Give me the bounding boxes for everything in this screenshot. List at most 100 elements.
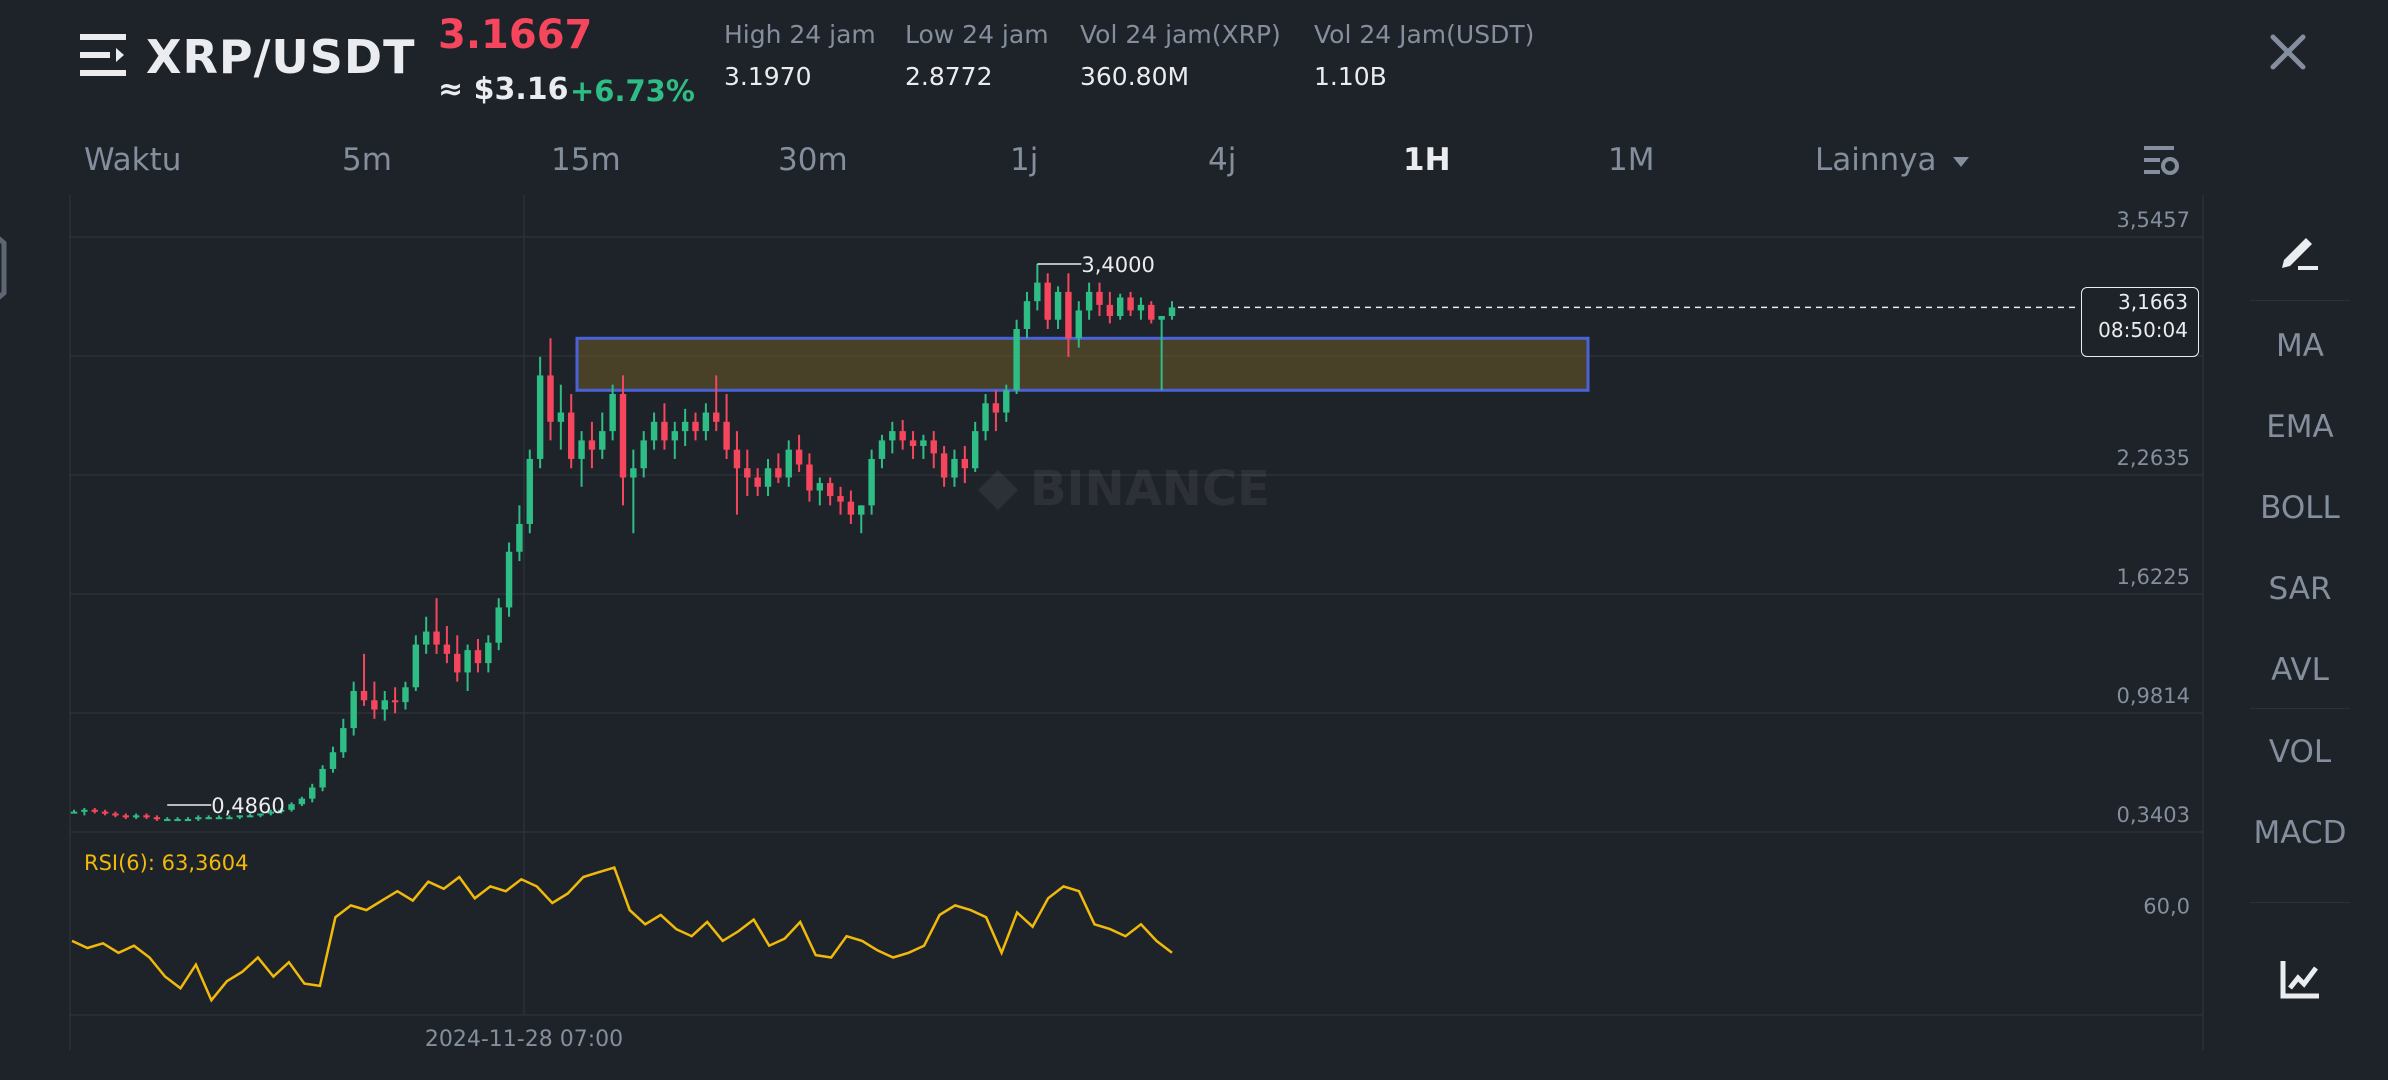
candle-body (940, 453, 948, 478)
support-zone (575, 336, 1590, 392)
candle-body (775, 468, 782, 478)
candle-body (495, 607, 502, 643)
candle-body (713, 412, 720, 422)
indicator-ma[interactable]: MA (2250, 328, 2350, 364)
tab-1h[interactable]: 1H (1403, 142, 1451, 178)
binance-watermark: BINANCE (978, 461, 1270, 517)
sidebar-divider (2250, 902, 2350, 903)
candle-countdown: 08:50:04 (2098, 318, 2188, 342)
y-tick-label: 1,6225 (2117, 565, 2190, 589)
trading-pair-title[interactable]: XRP/USDT (146, 30, 415, 84)
approx-usd-price: ≈ $3.16 (438, 72, 569, 107)
candle-body (122, 815, 130, 818)
menu-icon[interactable] (80, 34, 126, 76)
last-price: 3.1667 (438, 12, 593, 58)
candle-body (1065, 291, 1072, 339)
price-change-percent: +6.73% (570, 74, 695, 108)
candle-body (184, 819, 192, 822)
tab-30m[interactable]: 30m (778, 142, 848, 178)
caret-down-icon (1953, 156, 1970, 167)
candle-body (1116, 297, 1124, 317)
candle-body (132, 815, 140, 818)
candle-body (412, 644, 420, 688)
tab-more[interactable]: Lainnya (1815, 142, 1970, 178)
candle-body (681, 421, 689, 432)
y-tick-label: 3,5457 (2117, 208, 2190, 232)
candle-body (816, 483, 824, 491)
tab-more-label: Lainnya (1815, 142, 1937, 178)
candle-body (1085, 291, 1093, 311)
chart-type-icon[interactable] (2280, 958, 2322, 1000)
indicator-vol[interactable]: VOL (2250, 734, 2350, 770)
candle-body (661, 421, 668, 441)
candle-body (454, 653, 461, 673)
candle-body (951, 458, 958, 478)
candle-body (195, 817, 202, 820)
candle-body (889, 431, 896, 441)
stat-low-value: 2.8772 (905, 62, 993, 91)
tab-1j[interactable]: 1j (1010, 142, 1038, 178)
stat-high-label: High 24 jam (724, 20, 876, 49)
current-price-tag: 3,1663 08:50:04 (2081, 287, 2199, 357)
candle-body (1158, 316, 1165, 320)
candle-body (858, 505, 865, 515)
close-icon[interactable] (2268, 32, 2308, 72)
candle-body (443, 644, 451, 654)
candle-body (164, 819, 171, 822)
candle-body (557, 412, 565, 422)
candle-body (1054, 291, 1062, 320)
candle-body (350, 690, 357, 729)
tab-time[interactable]: Waktu (84, 142, 181, 178)
candle-body (1044, 282, 1051, 320)
candle-body (837, 496, 844, 502)
candle-body (619, 393, 627, 478)
candle-body (516, 523, 523, 552)
sidebar-divider (2250, 708, 2350, 709)
draw-pencil-icon[interactable] (2278, 228, 2322, 272)
candle-body (1127, 297, 1134, 311)
indicator-boll[interactable]: BOLL (2250, 490, 2350, 526)
candle-body (1003, 390, 1010, 413)
rsi-line (71, 865, 1173, 1003)
tab-15m[interactable]: 15m (551, 142, 621, 178)
y-tick-label: 0,3403 (2117, 803, 2190, 827)
candle-body (878, 440, 886, 459)
x-tick-label: 2024-11-28 07:00 (425, 1027, 623, 1052)
rsi-panel: RSI(6): 63,3604 60,0 (71, 851, 2190, 1003)
tab-1m[interactable]: 1M (1608, 142, 1654, 178)
candle-body (733, 449, 741, 469)
candle-body (1075, 310, 1082, 339)
current-price-label: 3,1663 (2118, 290, 2188, 314)
stat-high-value: 3.1970 (724, 62, 812, 91)
stat-vol-xrp-value: 360.80M (1080, 62, 1190, 91)
candle-body (1096, 291, 1103, 305)
candle-body (650, 421, 658, 441)
high-marker-label: 3,4000 (1081, 253, 1154, 277)
candle-body (474, 650, 482, 664)
candle-body (381, 700, 388, 710)
indicator-avl[interactable]: AVL (2250, 652, 2350, 688)
candle-body (464, 650, 471, 673)
candle-body (961, 458, 969, 469)
indicator-macd[interactable]: MACD (2250, 815, 2350, 851)
candle-body (1023, 301, 1031, 330)
candle-body (309, 787, 316, 799)
watermark-text: BINANCE (1030, 461, 1270, 517)
candle-body (505, 551, 513, 608)
candle-body (795, 449, 803, 465)
tab-5m[interactable]: 5m (342, 142, 392, 178)
candle-body (930, 440, 937, 454)
candle-body (70, 811, 78, 814)
price-chart[interactable]: 3,5457 2,2635 1,6225 0,9814 0,3403 2024-11-28… (0, 190, 2230, 1060)
candle-body (433, 631, 440, 645)
candle-body (1148, 304, 1155, 320)
candle-body (329, 752, 337, 769)
indicator-ema[interactable]: EMA (2250, 409, 2350, 445)
tab-4j[interactable]: 4j (1208, 142, 1236, 178)
candle-body (422, 631, 430, 645)
candle-body (868, 458, 875, 506)
chart-settings-icon[interactable] (2144, 144, 2180, 178)
candle-body (1106, 304, 1114, 317)
indicator-sar[interactable]: SAR (2250, 571, 2350, 607)
candle-body (785, 449, 792, 478)
